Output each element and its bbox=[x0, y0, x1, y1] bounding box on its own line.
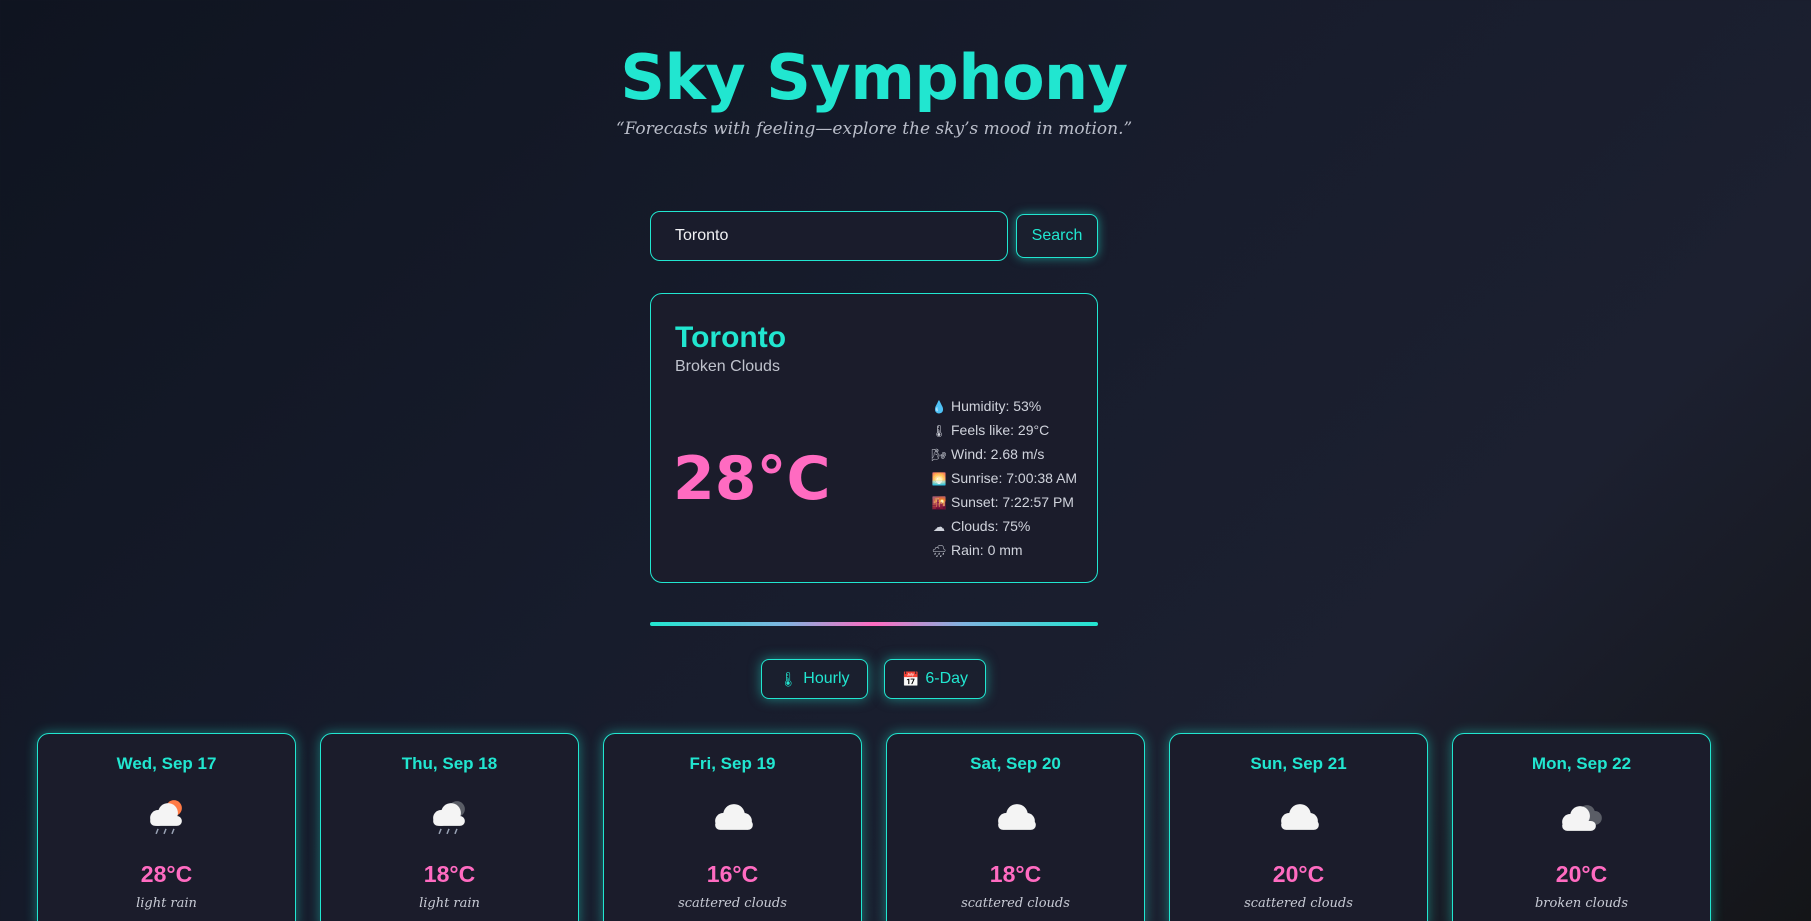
forecast-description: scattered clouds bbox=[678, 896, 787, 911]
detail-text: Sunrise: 7:00:38 AM bbox=[951, 470, 1078, 486]
forecast-description: light rain bbox=[419, 896, 480, 911]
forecast-list: Wed, Sep 17 28°C light rain Thu, Sep 18 … bbox=[37, 733, 1711, 921]
detail-text: Clouds: 75% bbox=[951, 518, 1031, 534]
rain-cloud-icon bbox=[433, 801, 465, 835]
droplet-icon: 💧 bbox=[931, 400, 947, 414]
sunset-icon: 🌇 bbox=[931, 496, 947, 510]
forecast-day: Sun, Sep 21 bbox=[1250, 754, 1347, 773]
current-weather-card: Toronto Broken Clouds 28°C 💧 Humidity: 53… bbox=[650, 293, 1098, 583]
header: Sky Symphony “Forecasts with feeling—exp… bbox=[0, 40, 1748, 142]
rain-cloud-icon: 🌧 bbox=[931, 544, 947, 558]
detail-text: Feels like: 29°C bbox=[951, 422, 1050, 438]
detail-sunset: 🌇 Sunset: 7:22:57 PM bbox=[931, 490, 1077, 514]
rain-sun-icon bbox=[150, 800, 182, 835]
forecast-card: Sun, Sep 21 20°C scattered clouds bbox=[1169, 733, 1428, 921]
app-subtitle: “Forecasts with feeling—explore the sky’… bbox=[615, 119, 1133, 139]
app-title: Sky Symphony bbox=[620, 41, 1128, 114]
forecast-day: Sat, Sep 20 bbox=[970, 754, 1061, 773]
cloud-icon bbox=[715, 804, 753, 830]
forecast-day: Fri, Sep 19 bbox=[689, 754, 776, 773]
six-day-label: 6-Day bbox=[925, 670, 969, 687]
calendar-icon: 📅 bbox=[901, 670, 920, 687]
forecast-day: Thu, Sep 18 bbox=[401, 754, 498, 773]
broken-clouds-icon bbox=[1562, 805, 1602, 831]
cloud-icon bbox=[1281, 804, 1319, 830]
forecast-description: scattered clouds bbox=[961, 896, 1070, 911]
detail-humidity: 💧 Humidity: 53% bbox=[931, 394, 1077, 418]
thermometer-icon: 🌡 bbox=[931, 424, 947, 438]
forecast-description: light rain bbox=[136, 896, 197, 911]
weather-details-list: 💧 Humidity: 53% 🌡 Feels like: 29°C 🌬 Wind: … bbox=[931, 394, 1077, 562]
six-day-button[interactable]: 📅 6-Day bbox=[884, 659, 986, 699]
detail-clouds: ☁ Clouds: 75% bbox=[931, 514, 1077, 538]
forecast-day: Wed, Sep 17 bbox=[116, 754, 217, 773]
forecast-temperature: 18°C bbox=[423, 861, 476, 887]
hourly-label: Hourly bbox=[803, 670, 850, 687]
cloud-icon: ☁ bbox=[933, 520, 945, 534]
sunrise-icon: 🌅 bbox=[931, 472, 947, 486]
hourly-button[interactable]: 🌡 Hourly bbox=[761, 659, 868, 699]
forecast-card: Fri, Sep 19 16°C scattered clouds bbox=[603, 733, 862, 921]
forecast-description: scattered clouds bbox=[1244, 896, 1353, 911]
detail-text: Humidity: 53% bbox=[951, 398, 1042, 414]
detail-text: Sunset: 7:22:57 PM bbox=[951, 494, 1074, 510]
forecast-temperature: 18°C bbox=[989, 861, 1042, 887]
city-search-input[interactable] bbox=[650, 211, 1008, 261]
cloud-icon bbox=[998, 804, 1036, 830]
forecast-card: Mon, Sep 22 20°C broken clouds bbox=[1452, 733, 1711, 921]
detail-sunrise: 🌅 Sunrise: 7:00:38 AM bbox=[931, 466, 1078, 490]
detail-wind: 🌬 Wind: 2.68 m/s bbox=[931, 442, 1077, 466]
weather-condition: Broken Clouds bbox=[675, 358, 780, 375]
gradient-divider bbox=[650, 622, 1098, 626]
thermometer-icon: 🌡 bbox=[779, 670, 798, 687]
current-temperature: 28°C bbox=[673, 444, 831, 514]
forecast-temperature: 28°C bbox=[140, 861, 193, 887]
forecast-day: Mon, Sep 22 bbox=[1531, 754, 1632, 773]
forecast-card: Wed, Sep 17 28°C light rain bbox=[37, 733, 296, 921]
search-bar: Search bbox=[650, 211, 1098, 261]
forecast-card: Thu, Sep 18 18°C light rain bbox=[320, 733, 579, 921]
forecast-card: Sat, Sep 20 18°C scattered clouds bbox=[886, 733, 1145, 921]
detail-text: Wind: 2.68 m/s bbox=[951, 446, 1045, 462]
detail-rain: 🌧 Rain: 0 mm bbox=[931, 538, 1077, 562]
forecast-description: broken clouds bbox=[1534, 896, 1629, 911]
forecast-temperature: 20°C bbox=[1272, 861, 1325, 887]
forecast-temperature: 20°C bbox=[1555, 861, 1608, 887]
search-button[interactable]: Search bbox=[1016, 214, 1098, 258]
detail-feels-like: 🌡 Feels like: 29°C bbox=[931, 418, 1077, 442]
detail-text: Rain: 0 mm bbox=[951, 542, 1023, 558]
city-name: Toronto bbox=[675, 321, 787, 354]
forecast-temperature: 16°C bbox=[706, 861, 759, 887]
wind-icon: 🌬 bbox=[931, 448, 947, 462]
